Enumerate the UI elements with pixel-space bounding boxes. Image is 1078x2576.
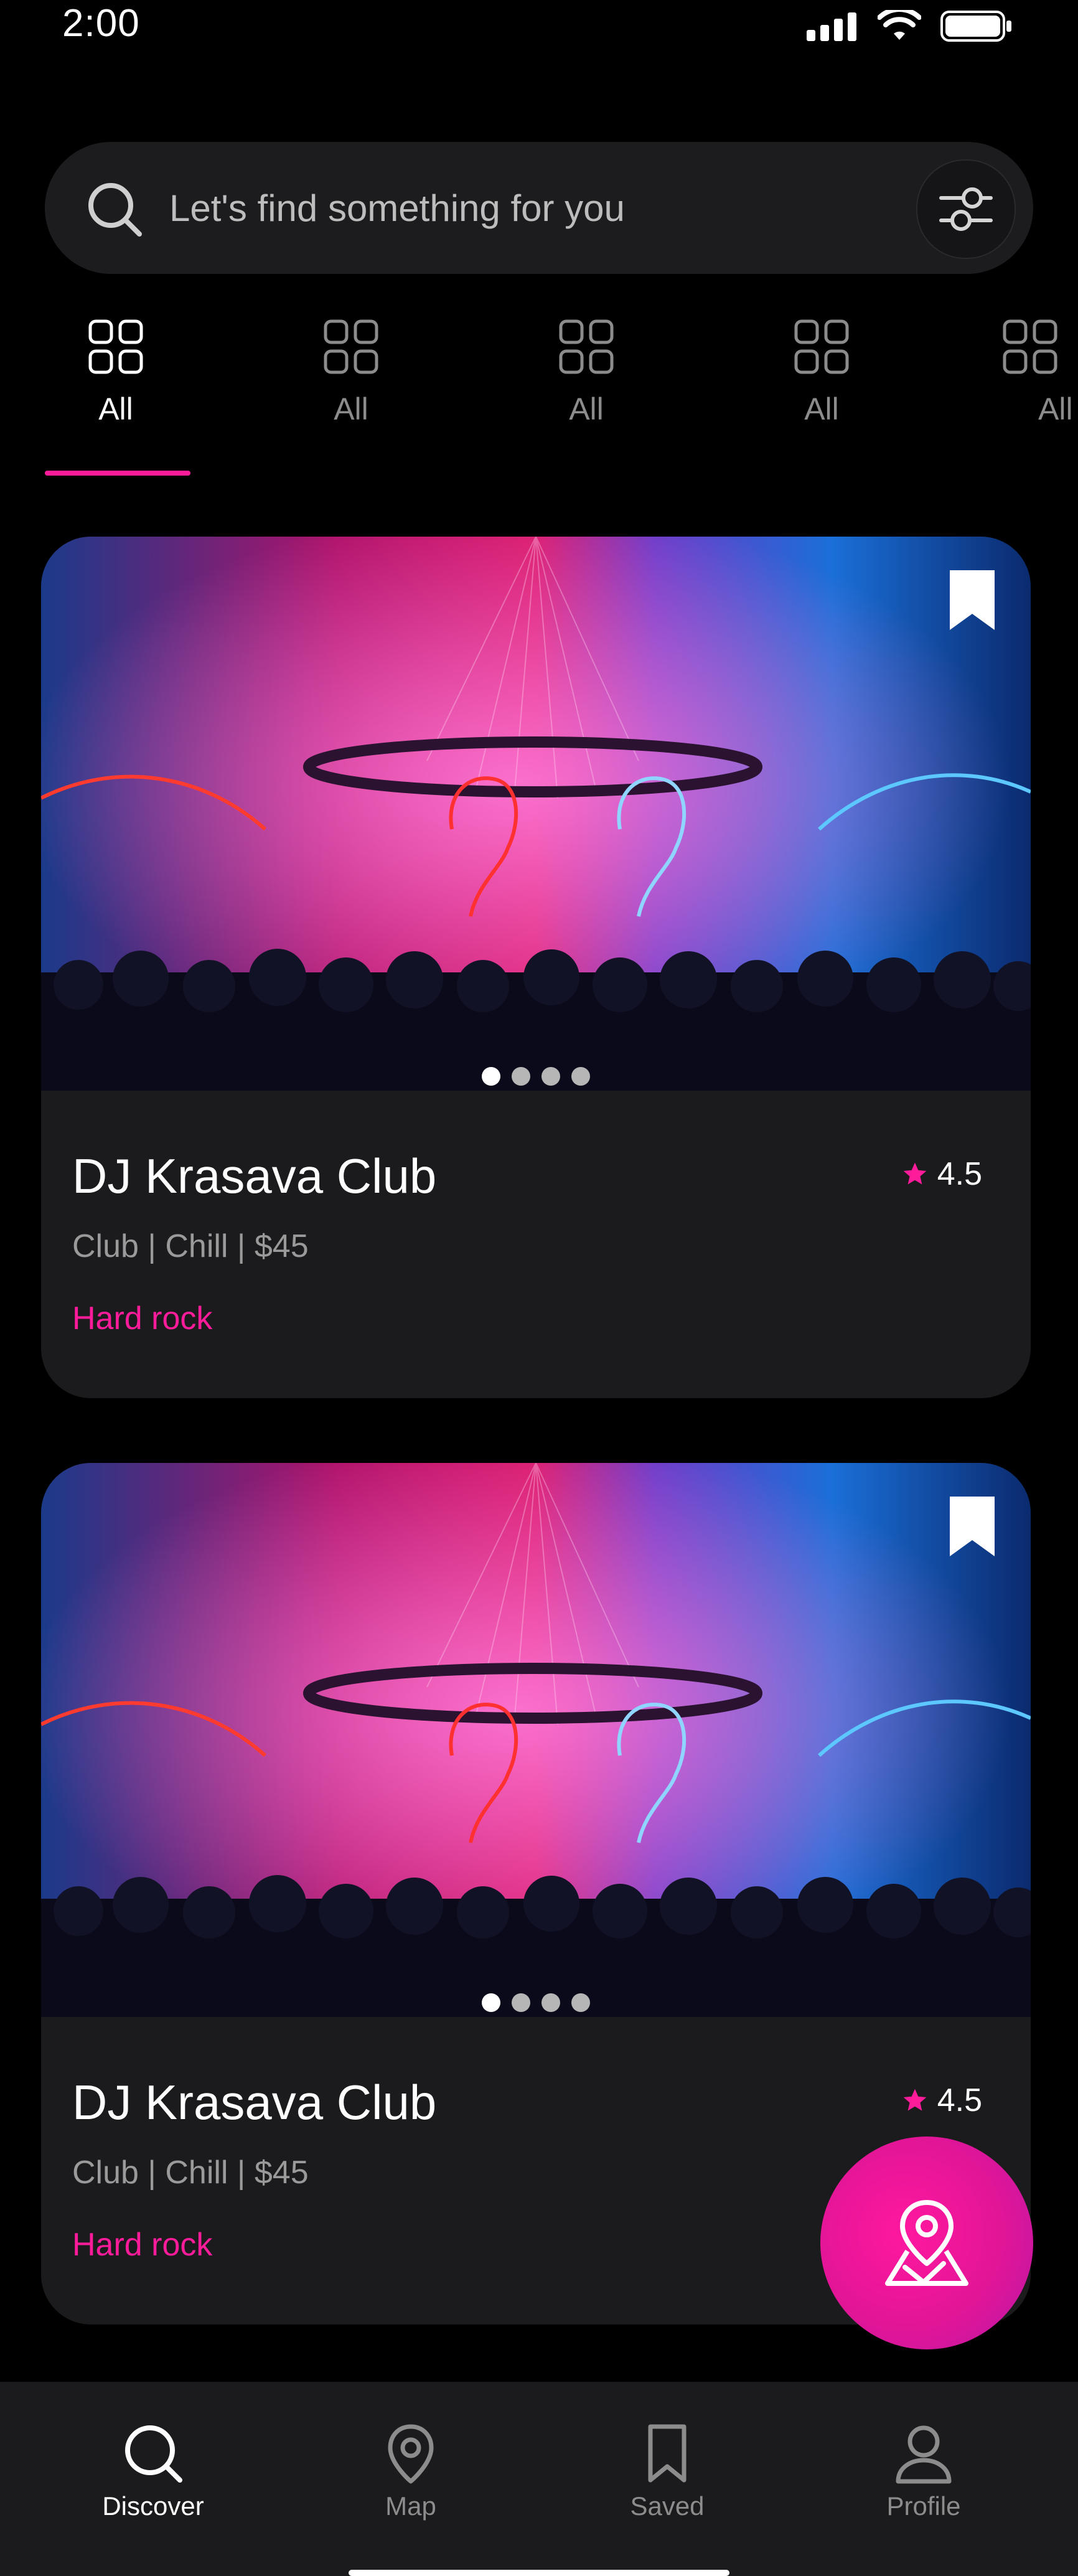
nav-map[interactable]: Map	[317, 2419, 504, 2521]
map-fab-button[interactable]	[820, 2136, 1033, 2349]
nav-label: Map	[385, 2491, 436, 2521]
bookmark-icon	[648, 2424, 687, 2483]
image-pagination	[41, 1993, 1031, 2012]
sliders-icon	[939, 187, 993, 231]
filter-button[interactable]	[916, 159, 1016, 259]
event-meta: Club | Chill | $45	[72, 1228, 309, 1264]
event-meta: Club | Chill | $45	[72, 2155, 309, 2191]
event-genre: Hard rock	[72, 1300, 213, 1337]
event-genre: Hard rock	[72, 2227, 213, 2263]
image-pagination	[41, 1067, 1031, 1086]
search-input[interactable]	[168, 173, 880, 243]
star-icon	[903, 1162, 927, 1185]
grid-icon	[324, 319, 378, 374]
pagination-dot[interactable]	[482, 1067, 500, 1086]
status-icons	[807, 9, 1013, 44]
map-location-icon	[885, 2200, 968, 2286]
rating: 4.5	[901, 1155, 982, 1193]
category-tab[interactable]: All	[512, 319, 661, 456]
pagination-dot[interactable]	[512, 1993, 530, 2012]
nav-discover[interactable]: Discover	[60, 2419, 246, 2521]
home-indicator	[349, 2570, 729, 2576]
grid-icon	[559, 319, 614, 374]
category-tab[interactable]: All	[982, 319, 1078, 456]
category-tab-all[interactable]: All	[41, 319, 190, 456]
grid-icon	[794, 319, 849, 374]
star-icon	[903, 2089, 927, 2111]
category-label: All	[804, 392, 839, 426]
nav-profile[interactable]: Profile	[830, 2419, 1017, 2521]
search-icon	[88, 183, 142, 237]
user-icon	[896, 2425, 952, 2484]
nav-label: Saved	[630, 2491, 705, 2521]
event-title: DJ Krasava Club	[72, 2075, 437, 2130]
event-title: DJ Krasava Club	[72, 1149, 437, 1203]
pagination-dot[interactable]	[541, 1993, 560, 2012]
pagination-dot[interactable]	[571, 1993, 590, 2012]
nav-label: Profile	[886, 2491, 961, 2521]
category-label: All	[569, 392, 604, 426]
grid-icon	[88, 319, 143, 374]
cellular-signal-icon	[807, 12, 856, 41]
category-tab[interactable]: All	[747, 319, 896, 456]
wifi-icon	[878, 10, 921, 40]
pagination-dot[interactable]	[541, 1067, 560, 1086]
battery-icon	[940, 11, 1011, 42]
category-label: All	[1038, 392, 1073, 426]
grid-icon	[1003, 319, 1057, 374]
pagination-dot[interactable]	[482, 1993, 500, 2012]
event-card[interactable]: DJ Krasava Club 4.5 Club | Chill | $45 H…	[41, 537, 1031, 1398]
location-pin-icon	[388, 2424, 434, 2484]
bottom-navigation: Discover Map Saved Profile	[0, 2382, 1078, 2576]
category-label: All	[98, 392, 133, 426]
pagination-dot[interactable]	[512, 1067, 530, 1086]
active-tab-indicator	[45, 471, 190, 476]
rating-value: 4.5	[937, 2082, 982, 2118]
nav-label: Discover	[102, 2491, 204, 2521]
nav-saved[interactable]: Saved	[574, 2419, 761, 2521]
event-image[interactable]	[41, 537, 1031, 1091]
event-image[interactable]	[41, 1463, 1031, 2017]
pagination-dot[interactable]	[571, 1067, 590, 1086]
rating: 4.5	[901, 2082, 982, 2119]
search-icon	[125, 2425, 182, 2483]
rating-value: 4.5	[937, 1156, 982, 1192]
concert-image	[41, 1463, 1031, 2017]
search-bar[interactable]	[45, 142, 1033, 274]
bookmark-icon[interactable]	[947, 568, 997, 632]
concert-image	[41, 537, 1031, 1091]
category-tab[interactable]: All	[276, 319, 426, 456]
bookmark-icon[interactable]	[947, 1494, 997, 1559]
status-time: 2:00	[62, 2, 140, 45]
category-label: All	[334, 392, 368, 426]
